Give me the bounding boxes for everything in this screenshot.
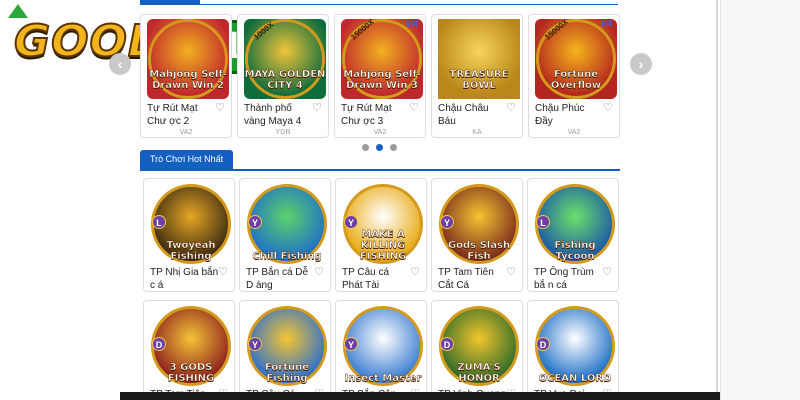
game-provider: VA2 — [179, 129, 193, 136]
game-title: TP Bắn cá Dễ D àng — [246, 267, 309, 291]
game-title: Tự Rút Mạt Chư ợc 2 — [147, 103, 198, 127]
game-card[interactable]: ZUMA'S HONOR D TP Vinh Quang ♡ — [431, 300, 523, 400]
game-art-label: 3 GODS FISHING — [167, 362, 215, 384]
game-title: Thành phố vàng Maya 4 — [244, 103, 302, 127]
game-provider: KA — [472, 129, 482, 136]
game-art-label: Twoyeah Fishing — [166, 240, 216, 262]
game-art-label: Mahjong Self-Drawn Win 2 — [149, 69, 227, 91]
provider-letter-badge: L — [536, 215, 550, 229]
favorite-heart-icon[interactable]: ♡ — [314, 265, 324, 278]
favorite-heart-icon[interactable]: ♡ — [312, 101, 322, 114]
carousel-dot-active[interactable] — [376, 144, 383, 151]
right-blank-pane — [720, 0, 800, 400]
game-card[interactable]: OCEAN LORD D TP Vua Đại Dươ ♡ — [527, 300, 619, 400]
game-art-label: Fishing Tycoon — [554, 240, 596, 262]
provider-letter-badge: D — [536, 337, 550, 351]
favorite-heart-icon[interactable]: ♡ — [506, 265, 516, 278]
game-thumbnail[interactable]: 1000X MAYA GOLDEN CITY 4 — [244, 19, 326, 99]
game-art-label: OCEAN LORD — [538, 373, 612, 384]
provider-letter-badge: Y — [248, 337, 262, 351]
game-card[interactable]: Twoyeah Fishing L TP Nhị Gia bắn c á ♡ — [143, 178, 235, 292]
section-divider — [140, 169, 620, 171]
game-title: TP Câu cá Phát Tài — [342, 267, 390, 291]
game-title: Tự Rút Mạt Chư ợc 3 — [341, 103, 392, 127]
provider-logo-badge: VA — [405, 19, 419, 30]
game-art-label: Mahjong Self-Drawn Win 3 — [343, 69, 421, 91]
provider-logo-badge: VA — [599, 19, 613, 30]
taskbar-strip — [120, 392, 720, 400]
provider-letter-badge: Y — [248, 215, 262, 229]
favorite-heart-icon[interactable]: ♡ — [410, 265, 420, 278]
game-art-label: MAKE A KILLING FISHING — [359, 229, 407, 262]
top-divider — [140, 4, 618, 5]
provider-letter-badge: D — [440, 337, 454, 351]
game-card[interactable]: MAKE A KILLING FISHING Y TP Câu cá Phát … — [335, 178, 427, 292]
carousel-prev-button[interactable]: ‹ — [109, 53, 131, 75]
favorite-heart-icon[interactable]: ♡ — [506, 101, 516, 114]
game-title: Chậu Châu Báu — [438, 103, 489, 127]
game-art-label: Insect Master — [344, 373, 422, 384]
favorite-heart-icon[interactable]: ♡ — [602, 265, 612, 278]
provider-letter-badge: Y — [344, 337, 358, 351]
game-title: TP Nhị Gia bắn c á — [150, 267, 219, 291]
game-card[interactable]: Fishing Tycoon L TP Ông Trùm bắ n cá ♡ — [527, 178, 619, 292]
section-title[interactable]: Trò Chơi Hot Nhất — [140, 150, 234, 169]
game-card[interactable]: 15000X Fortune Overflow VA Chậu Phúc Đầy … — [528, 14, 620, 138]
game-card[interactable]: Chill Fishing Y TP Bắn cá Dễ D àng ♡ — [239, 178, 331, 292]
game-card[interactable]: TREASURE BOWL Chậu Châu Báu ♡ KA — [431, 14, 523, 138]
game-art-label: Fortune Fishing — [264, 362, 310, 384]
game-thumbnail[interactable]: TREASURE BOWL — [438, 19, 520, 99]
provider-letter-badge: Y — [344, 215, 358, 229]
game-thumbnail[interactable]: 15000X Mahjong Self-Drawn Win 3 — [341, 19, 423, 99]
game-title: Chậu Phúc Đầy — [535, 103, 585, 127]
game-provider: VA2 — [567, 129, 581, 136]
game-art-label: Chill Fishing — [252, 251, 322, 262]
page-scrollbar[interactable] — [716, 0, 718, 400]
favorite-heart-icon[interactable]: ♡ — [409, 101, 419, 114]
provider-letter-badge: D — [152, 337, 166, 351]
game-card[interactable]: 15000X Mahjong Self-Drawn Win 3 VA Tự Rút… — [334, 14, 426, 138]
game-art-label: TREASURE BOWL — [449, 69, 509, 91]
page: GOOD88 1 Mahjong Self-Drawn Win 2 Tự Rút… — [0, 0, 800, 400]
game-thumbnail[interactable]: 15000X Fortune Overflow — [535, 19, 617, 99]
game-card[interactable]: 3 GODS FISHING D TP Tam Tiên bắn ♡ — [143, 300, 235, 400]
game-art-label: MAYA GOLDEN CITY 4 — [244, 69, 326, 91]
game-provider: YGR — [275, 129, 291, 136]
favorite-heart-icon[interactable]: ♡ — [603, 101, 613, 114]
game-title: TP Ông Trùm bắ n cá — [534, 267, 594, 291]
game-card[interactable]: Insect Master Y TP Bắn Côn Trù ♡ — [335, 300, 427, 400]
carousel-dot[interactable] — [362, 144, 369, 151]
game-art-label: Fortune Overflow — [550, 69, 602, 91]
game-title: TP Tam Tiên Cắt Cá — [438, 267, 494, 291]
favorite-heart-icon[interactable]: ♡ — [218, 265, 228, 278]
provider-letter-badge: Y — [440, 215, 454, 229]
carousel-dot[interactable] — [390, 144, 397, 151]
game-thumbnail[interactable]: Mahjong Self-Drawn Win 2 — [147, 19, 229, 99]
game-card[interactable]: Mahjong Self-Drawn Win 2 Tự Rút Mạt Chư … — [140, 14, 232, 138]
provider-letter-badge: L — [152, 215, 166, 229]
favorite-heart-icon[interactable]: ♡ — [215, 101, 225, 114]
game-art-label: ZUMA'S HONOR — [457, 362, 501, 384]
carousel-next-button[interactable]: › — [630, 53, 652, 75]
game-art-label: Gods Slash Fish — [447, 240, 511, 262]
game-card[interactable]: Fortune Fishing Y TP Câu Cá Vàng ♡ — [239, 300, 331, 400]
game-provider: VA2 — [373, 129, 387, 136]
game-card[interactable]: Gods Slash Fish Y TP Tam Tiên Cắt Cá ♡ — [431, 178, 523, 292]
game-card[interactable]: 1000X MAYA GOLDEN CITY 4 Thành phố vàng M… — [237, 14, 329, 138]
